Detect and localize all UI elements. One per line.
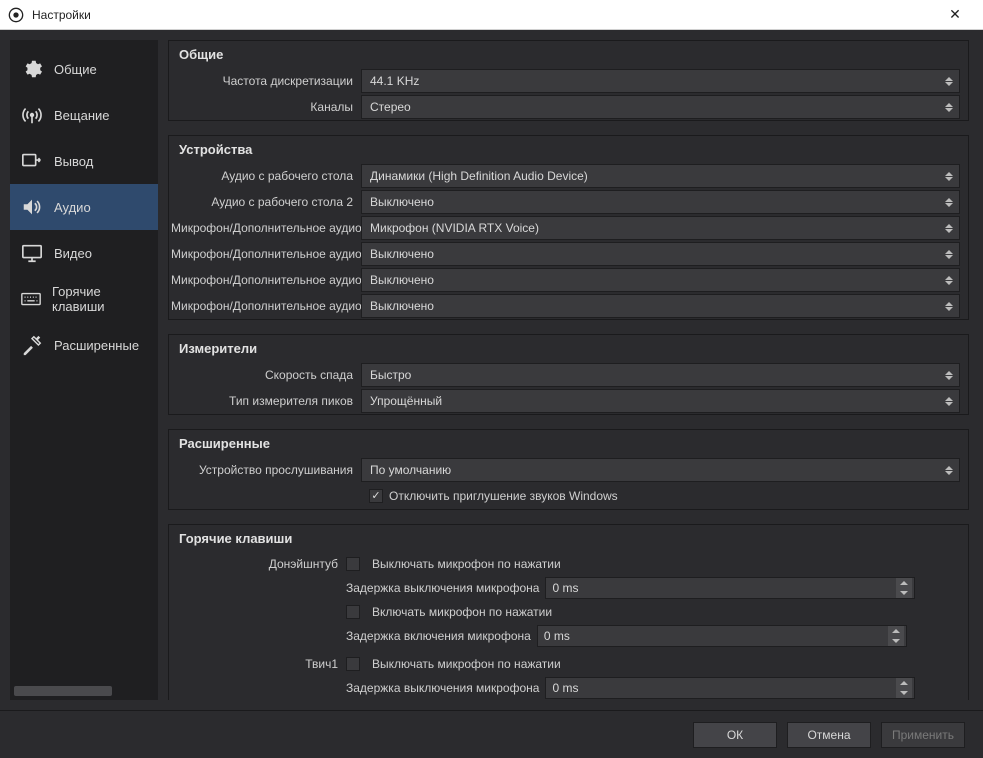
sidebar: Общие Вещание Вывод Аудио Видео — [10, 40, 158, 700]
sidebar-item-stream[interactable]: Вещание — [10, 92, 158, 138]
sidebar-item-label: Вывод — [54, 154, 93, 169]
hotkey-source1-label: Донэйшнтуб — [171, 557, 346, 571]
desktop-audio2-label: Аудио с рабочего стола 2 — [171, 195, 361, 209]
desktop-audio2-select[interactable]: Выключено — [361, 190, 960, 214]
mic4-select[interactable]: Выключено — [361, 294, 960, 318]
monitoring-select[interactable]: По умолчанию — [361, 458, 960, 482]
monitor-icon — [20, 241, 44, 265]
source2-mute-checkbox[interactable] — [346, 657, 360, 671]
mic2-select[interactable]: Выключено — [361, 242, 960, 266]
mic2-label: Микрофон/Дополнительное аудио 2 — [171, 247, 361, 261]
section-title-hotkeys: Горячие клавиши — [171, 525, 966, 552]
source1-unmute-delay-label: Задержка включения микрофона — [346, 629, 531, 643]
cancel-button[interactable]: Отмена — [787, 722, 871, 748]
sidebar-item-video[interactable]: Видео — [10, 230, 158, 276]
section-title-general: Общие — [171, 41, 966, 68]
peak-label: Тип измерителя пиков — [171, 394, 361, 408]
section-advanced: Расширенные Устройство прослушивания По … — [168, 429, 969, 510]
source2-mute-delay-input[interactable]: 0 ms — [545, 677, 915, 699]
section-devices: Устройства Аудио с рабочего стола Динами… — [168, 135, 969, 320]
apply-button[interactable]: Применить — [881, 722, 965, 748]
section-title-advanced: Расширенные — [171, 430, 966, 457]
output-icon — [20, 149, 44, 173]
desktop-audio-label: Аудио с рабочего стола — [171, 169, 361, 183]
source2-mute-label: Выключать микрофон по нажатии — [372, 657, 561, 671]
source1-unmute-checkbox[interactable] — [346, 605, 360, 619]
section-general: Общие Частота дискретизации 44.1 KHz Кан… — [168, 40, 969, 121]
antenna-icon — [20, 103, 44, 127]
section-title-meters: Измерители — [171, 335, 966, 362]
gear-icon — [20, 57, 44, 81]
sidebar-item-audio[interactable]: Аудио — [10, 184, 158, 230]
sidebar-item-hotkeys[interactable]: Горячие клавиши — [10, 276, 158, 322]
channels-label: Каналы — [171, 100, 361, 114]
sidebar-item-label: Горячие клавиши — [52, 284, 148, 314]
sidebar-item-label: Общие — [54, 62, 97, 77]
mic1-select[interactable]: Микрофон (NVIDIA RTX Voice) — [361, 216, 960, 240]
sidebar-scrollbar[interactable] — [14, 686, 154, 696]
decay-select[interactable]: Быстро — [361, 363, 960, 387]
mic3-select[interactable]: Выключено — [361, 268, 960, 292]
sidebar-item-label: Аудио — [54, 200, 91, 215]
content-area: Общие Частота дискретизации 44.1 KHz Кан… — [164, 40, 973, 700]
section-hotkeys: Горячие клавиши Донэйшнтуб Выключать мик… — [168, 524, 969, 700]
section-meters: Измерители Скорость спада Быстро Тип изм… — [168, 334, 969, 415]
hotkey-source2-label: Твич1 — [171, 657, 346, 671]
tools-icon — [20, 333, 44, 357]
source1-mute-checkbox[interactable] — [346, 557, 360, 571]
window-title: Настройки — [32, 8, 935, 22]
decay-label: Скорость спада — [171, 368, 361, 382]
app-icon — [8, 7, 24, 23]
titlebar: Настройки ✕ — [0, 0, 983, 30]
sidebar-item-label: Вещание — [54, 108, 110, 123]
peak-select[interactable]: Упрощённый — [361, 389, 960, 413]
source1-mute-delay-input[interactable]: 0 ms — [545, 577, 915, 599]
source1-mute-label: Выключать микрофон по нажатии — [372, 557, 561, 571]
speaker-icon — [20, 195, 44, 219]
desktop-audio-select[interactable]: Динамики (High Definition Audio Device) — [361, 164, 960, 188]
keyboard-icon — [20, 287, 42, 311]
sidebar-item-general[interactable]: Общие — [10, 46, 158, 92]
channels-select[interactable]: Стерео — [361, 95, 960, 119]
mic1-label: Микрофон/Дополнительное аудио — [171, 221, 361, 235]
disable-ducking-checkbox[interactable] — [369, 489, 383, 503]
source2-mute-delay-label: Задержка выключения микрофона — [346, 681, 539, 695]
sidebar-item-advanced[interactable]: Расширенные — [10, 322, 158, 368]
sidebar-item-label: Расширенные — [54, 338, 139, 353]
footer: ОК Отмена Применить — [0, 710, 983, 758]
source1-unmute-label: Включать микрофон по нажатии — [372, 605, 552, 619]
sample-rate-select[interactable]: 44.1 KHz — [361, 69, 960, 93]
source1-unmute-delay-input[interactable]: 0 ms — [537, 625, 907, 647]
sidebar-item-output[interactable]: Вывод — [10, 138, 158, 184]
source1-mute-delay-label: Задержка выключения микрофона — [346, 581, 539, 595]
close-button[interactable]: ✕ — [935, 6, 975, 23]
monitoring-label: Устройство прослушивания — [171, 463, 361, 477]
ok-button[interactable]: ОК — [693, 722, 777, 748]
sidebar-item-label: Видео — [54, 246, 92, 261]
section-title-devices: Устройства — [171, 136, 966, 163]
sample-rate-label: Частота дискретизации — [171, 74, 361, 88]
mic3-label: Микрофон/Дополнительное аудио 3 — [171, 273, 361, 287]
mic4-label: Микрофон/Дополнительное аудио 4 — [171, 299, 361, 313]
disable-ducking-label: Отключить приглушение звуков Windows — [389, 489, 618, 503]
